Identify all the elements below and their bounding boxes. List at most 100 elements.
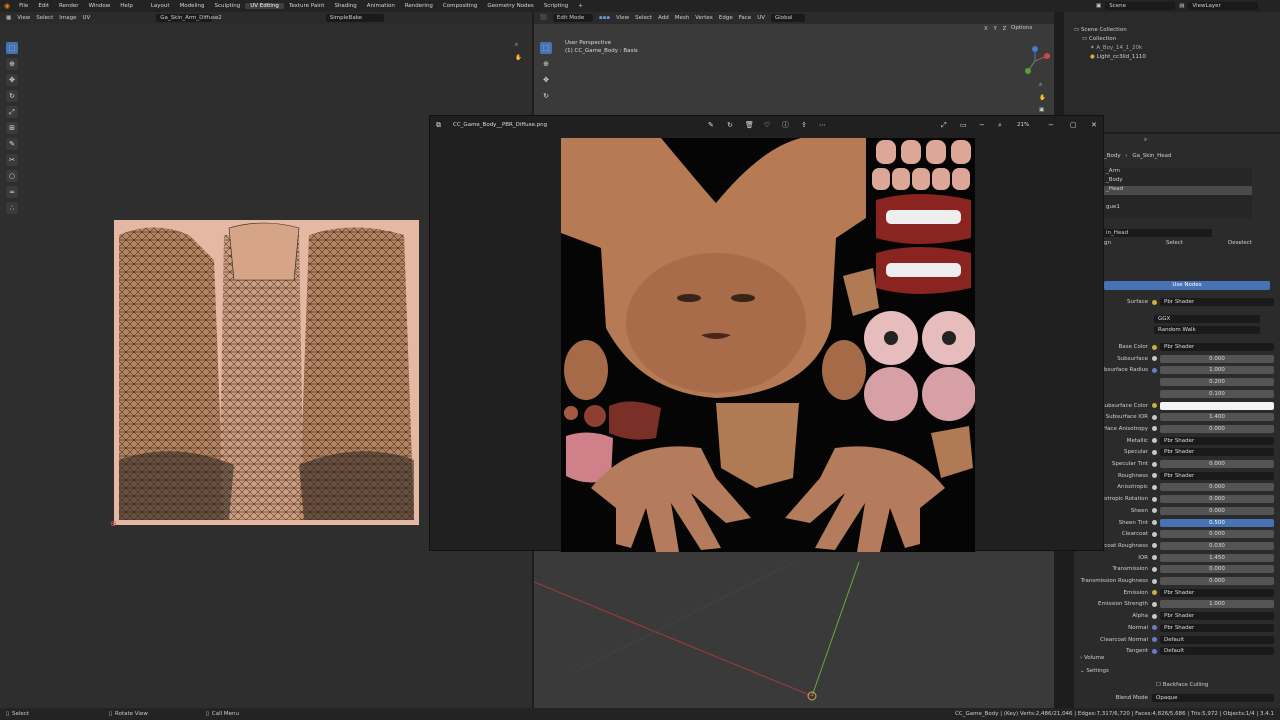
shader-input-value[interactable]: Default — [1160, 647, 1274, 656]
vp-menu-edge[interactable]: Edge — [719, 15, 733, 21]
transform-tool-icon[interactable]: ⊞ — [6, 122, 18, 134]
slot-item[interactable]: _Body — [1104, 177, 1252, 186]
menu-file[interactable]: File — [14, 3, 33, 9]
socket-icon[interactable] — [1152, 367, 1157, 373]
delete-icon[interactable]: 🗑 — [745, 121, 754, 129]
select-button[interactable]: Select — [1166, 240, 1183, 246]
socket-icon[interactable] — [1152, 356, 1157, 362]
mode-dropdown[interactable]: Edit Mode — [552, 14, 593, 22]
vp-move-tool-icon[interactable]: ✥ — [540, 74, 552, 86]
axis-toggles[interactable]: X Y Z — [984, 26, 1008, 32]
edit-icon[interactable]: ✎ — [708, 121, 714, 129]
tab-scripting[interactable]: Scripting — [539, 3, 573, 9]
menu-help[interactable]: Help — [115, 3, 138, 9]
volume-panel[interactable]: › Volume — [1080, 655, 1104, 661]
socket-icon[interactable] — [1152, 613, 1157, 619]
fit-icon[interactable]: ▭ — [960, 121, 967, 129]
tab-animation[interactable]: Animation — [362, 3, 400, 9]
backface-culling-checkbox[interactable]: ☐ Backface Culling — [1156, 682, 1208, 688]
menu-window[interactable]: Window — [84, 3, 116, 9]
tab-layout[interactable]: Layout — [146, 3, 175, 9]
vp-menu-view[interactable]: View — [616, 15, 629, 21]
shader-input-value[interactable]: 1.400 — [1160, 413, 1274, 422]
shader-input-value[interactable]: Pbr Shader — [1160, 471, 1274, 480]
shader-input-value[interactable]: Pbr Shader — [1160, 612, 1274, 621]
socket-icon[interactable] — [1152, 496, 1157, 502]
uv-2d-cursor-icon[interactable]: ⊕ — [110, 519, 117, 528]
close-icon[interactable]: ✕ — [1091, 121, 1097, 129]
socket-icon[interactable] — [1152, 426, 1157, 432]
vp-cursor-tool-icon[interactable]: ⊕ — [540, 58, 552, 70]
menu-edit[interactable]: Edit — [33, 3, 54, 9]
vp-select-tool-icon[interactable]: ⬚ — [540, 42, 552, 54]
shader-input-value[interactable]: 0.000 — [1160, 577, 1274, 585]
vp-menu-uv[interactable]: UV — [757, 15, 765, 21]
socket-icon[interactable] — [1152, 403, 1157, 408]
menu-render[interactable]: Render — [54, 3, 84, 9]
navigation-gizmo[interactable] — [1020, 46, 1050, 76]
rotate-tool-icon[interactable]: ↻ — [6, 90, 18, 102]
tab-texture-paint[interactable]: Texture Paint — [284, 3, 330, 9]
vp-menu-add[interactable]: Add — [658, 15, 669, 21]
shader-input-value[interactable]: 1.450 — [1160, 553, 1274, 562]
maximize-icon[interactable]: ▢ — [1070, 121, 1077, 129]
subsurface-method-dropdown[interactable]: Random Walk — [1154, 326, 1260, 334]
shader-input-value[interactable]: Pbr Shader — [1160, 436, 1274, 445]
fullscreen-icon[interactable]: ⤢ — [941, 121, 947, 130]
properties-search[interactable]: ⌕ — [1144, 137, 1264, 145]
shader-input-value[interactable]: 1.000 — [1160, 366, 1274, 375]
viewport-editor-type-icon[interactable]: ⬛ — [540, 15, 547, 21]
shader-input-value[interactable]: Pbr Shader — [1160, 448, 1274, 457]
more-icon[interactable]: ⋯ — [819, 121, 826, 129]
relax-tool-icon[interactable]: ≈ — [6, 186, 18, 198]
vp-rotate-tool-icon[interactable]: ↻ — [540, 90, 552, 102]
slot-item[interactable]: gue1 — [1104, 204, 1252, 213]
favorite-heart-icon[interactable]: ♡ — [764, 121, 770, 129]
socket-icon[interactable] — [1152, 344, 1157, 350]
scene-field[interactable]: Scene — [1105, 2, 1176, 10]
uv-menu-uv[interactable]: UV — [82, 15, 90, 21]
socket-icon[interactable] — [1152, 601, 1157, 607]
editor-type-icon[interactable]: ▦ — [6, 15, 11, 21]
shader-input-value[interactable]: 0.000 — [1160, 530, 1274, 539]
add-workspace-icon[interactable]: + — [573, 3, 588, 9]
use-nodes-button[interactable]: Use Nodes — [1104, 281, 1270, 290]
options-button[interactable]: Options — [1011, 25, 1032, 31]
socket-icon[interactable] — [1152, 590, 1157, 596]
shader-input-value[interactable]: Pbr Shader — [1160, 588, 1274, 597]
view-layer-field[interactable]: ViewLayer — [1188, 2, 1259, 10]
shader-input-value[interactable]: Default — [1160, 635, 1274, 644]
rotate-icon[interactable]: ↻ — [727, 121, 733, 129]
socket-icon[interactable] — [1152, 461, 1157, 467]
socket-icon[interactable] — [1152, 531, 1157, 537]
tab-geometry-nodes[interactable]: Geometry Nodes — [482, 3, 538, 9]
info-icon[interactable]: ⓘ — [782, 120, 789, 130]
shader-input-value[interactable]: Pbr Shader — [1160, 623, 1274, 632]
socket-icon[interactable] — [1152, 566, 1157, 572]
deselect-button[interactable]: Deselect — [1228, 240, 1252, 246]
shader-input-value[interactable]: 0.500 — [1160, 518, 1274, 527]
settings-panel[interactable]: ⌄ Settings — [1080, 668, 1109, 674]
zoom-in-icon[interactable]: ⌕ — [998, 121, 1002, 130]
vp-menu-select[interactable]: Select — [635, 15, 652, 21]
select-box-tool-icon[interactable]: ⬚ — [6, 42, 18, 54]
vp-pan-hand-icon[interactable]: ✋ — [1039, 95, 1046, 101]
shader-input-value[interactable]: Pbr Shader — [1160, 343, 1274, 351]
annotate-tool-icon[interactable]: ✎ — [6, 138, 18, 150]
vp-menu-vertex[interactable]: Vertex — [695, 15, 713, 21]
tab-compositing[interactable]: Compositing — [438, 3, 482, 9]
outliner-item-light[interactable]: ● Light_cc3lid_1110 — [1090, 54, 1146, 60]
zoom-icon[interactable]: ⌕ — [515, 42, 522, 49]
vp-zoom-icon[interactable]: ⌕ — [1039, 82, 1046, 89]
pan-hand-icon[interactable]: ✋ — [515, 55, 522, 61]
shader-input-value[interactable] — [1160, 401, 1274, 410]
image-name-field[interactable]: Ga_Skin_Arm_Diffuse — [156, 14, 218, 22]
outliner-item-collection[interactable]: ▭ Collection — [1082, 36, 1116, 42]
uv-canvas[interactable] — [114, 220, 419, 525]
tab-sculpting[interactable]: Sculpting — [210, 3, 246, 9]
socket-icon[interactable] — [1152, 555, 1157, 561]
shader-input-value[interactable]: 0.000 — [1160, 354, 1274, 363]
tab-rendering[interactable]: Rendering — [400, 3, 438, 9]
blend-mode-dropdown[interactable]: Opaque — [1152, 694, 1274, 702]
bake-field[interactable]: SimpleBake — [325, 14, 384, 22]
